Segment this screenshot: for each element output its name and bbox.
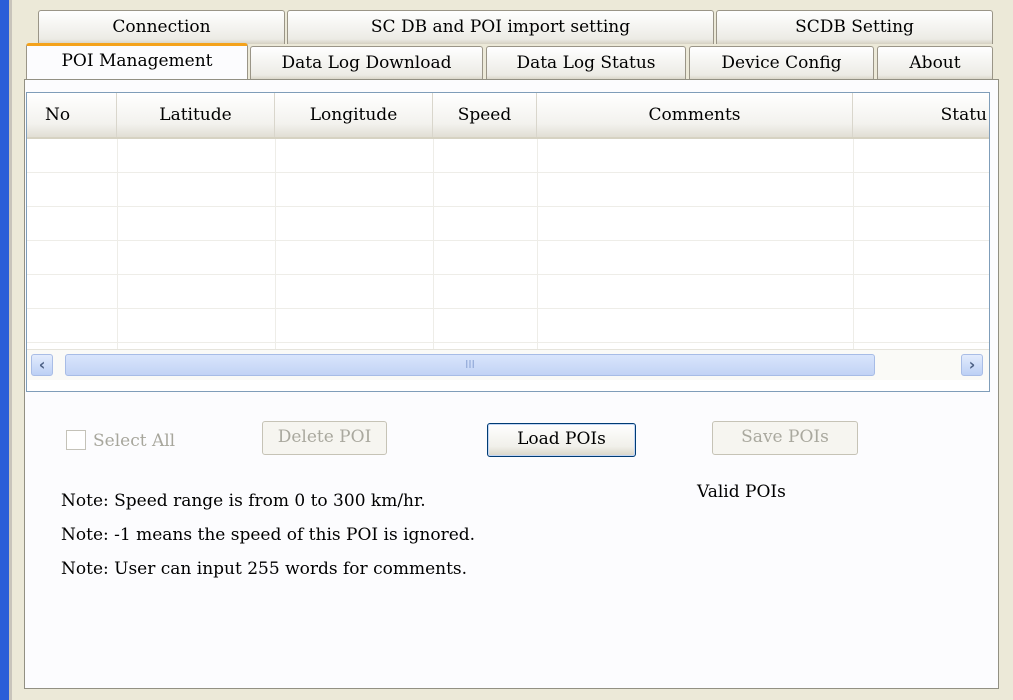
- tab-about[interactable]: About: [877, 46, 993, 80]
- column-header-no[interactable]: No: [27, 93, 117, 137]
- column-header-latitude[interactable]: Latitude: [117, 93, 275, 137]
- tab-scdb-setting[interactable]: SCDB Setting: [716, 10, 993, 44]
- column-divider: [275, 139, 276, 349]
- column-header-speed[interactable]: Speed: [433, 93, 537, 137]
- note-speed-ignored: Note: -1 means the speed of this POI is …: [61, 525, 476, 545]
- column-divider: [433, 139, 434, 349]
- scroll-left-icon[interactable]: ‹: [31, 354, 53, 376]
- table-header: No Latitude Longitude Speed Comments Sta…: [27, 93, 989, 139]
- column-divider: [537, 139, 538, 349]
- horizontal-scrollbar[interactable]: ‹ III ›: [27, 349, 989, 380]
- table-row: [27, 308, 989, 309]
- scroll-grip-icon: III: [465, 358, 475, 371]
- column-header-status[interactable]: Statu: [853, 93, 989, 137]
- tab-connection[interactable]: Connection: [38, 10, 285, 44]
- save-pois-button[interactable]: Save POIs: [712, 421, 858, 455]
- scroll-right-icon[interactable]: ›: [961, 354, 983, 376]
- valid-pois-label: Valid POIs: [697, 482, 786, 502]
- tab-poi-management[interactable]: POI Management: [26, 43, 248, 79]
- scroll-thumb[interactable]: III: [65, 354, 875, 376]
- table-row: [27, 172, 989, 173]
- load-pois-button[interactable]: Load POIs: [487, 423, 636, 457]
- column-divider: [853, 139, 854, 349]
- column-header-longitude[interactable]: Longitude: [275, 93, 433, 137]
- note-speed-range: Note: Speed range is from 0 to 300 km/hr…: [61, 491, 426, 511]
- column-header-comments[interactable]: Comments: [537, 93, 853, 137]
- tab-data-log-download[interactable]: Data Log Download: [250, 46, 483, 80]
- window-left-border: [0, 0, 12, 700]
- table-row: [27, 206, 989, 207]
- table-row: [27, 342, 989, 343]
- delete-poi-button[interactable]: Delete POI: [262, 421, 387, 455]
- tab-device-config[interactable]: Device Config: [689, 46, 874, 80]
- column-divider: [117, 139, 118, 349]
- select-all-label: Select All: [93, 431, 176, 451]
- table-row: [27, 240, 989, 241]
- tab-sc-db-poi-import[interactable]: SC DB and POI import setting: [287, 10, 714, 44]
- table-row: [27, 274, 989, 275]
- table-body[interactable]: [27, 139, 989, 349]
- select-all-checkbox[interactable]: [66, 430, 86, 450]
- tab-data-log-status[interactable]: Data Log Status: [486, 46, 686, 80]
- note-comments-limit: Note: User can input 255 words for comme…: [61, 559, 468, 579]
- poi-table[interactable]: No Latitude Longitude Speed Comments Sta…: [26, 92, 990, 392]
